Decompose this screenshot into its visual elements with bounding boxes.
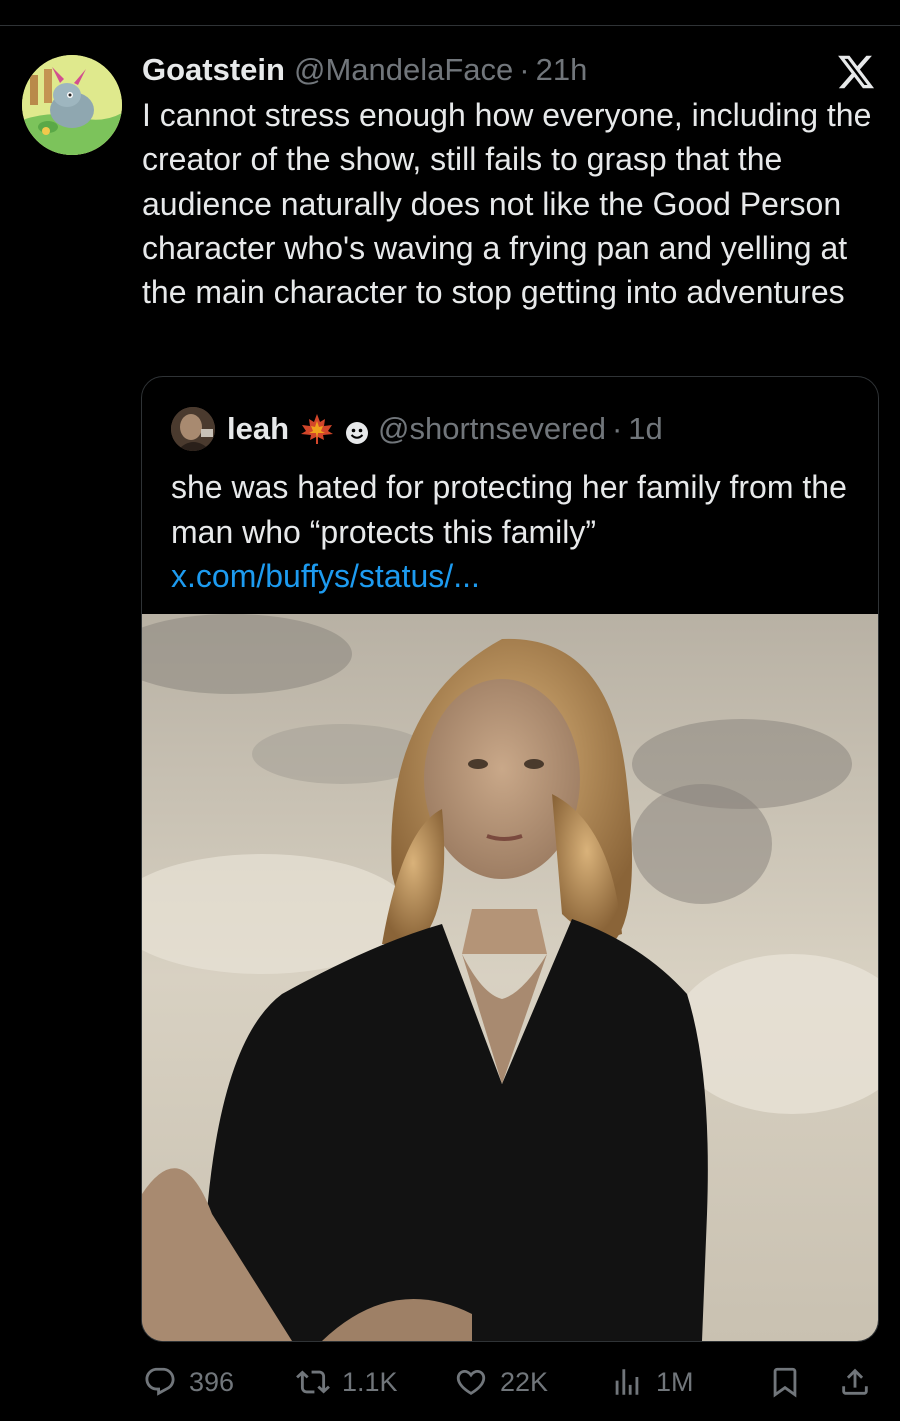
quoted-author-handle[interactable]: @shortnsevered (378, 411, 606, 447)
post-time[interactable]: 21h (536, 52, 588, 88)
reply-count: 396 (189, 1366, 235, 1397)
tweet-text: I cannot stress enough how everyone, inc… (142, 97, 872, 311)
reply-icon (145, 1367, 175, 1396)
x-logo-icon[interactable] (835, 52, 877, 92)
author-name[interactable]: Goatstein (142, 52, 285, 88)
quoted-tweet-header: leah @shortnsevered · 1d (171, 407, 663, 451)
heart-icon (456, 1369, 486, 1395)
like-button[interactable]: 22K (454, 1357, 548, 1407)
quoted-separator-dot: · (611, 411, 623, 446)
views-chart-icon (615, 1369, 639, 1395)
quoted-tweet-link[interactable]: x.com/buffys/status/... (171, 558, 480, 594)
author-avatar[interactable] (22, 55, 122, 155)
quoted-author-name[interactable]: leah (227, 411, 289, 447)
share-icon (842, 1368, 868, 1395)
quoted-tweet-card[interactable]: leah @shortnsevered · 1d she was hated f… (141, 376, 879, 1342)
top-divider (0, 25, 900, 26)
tweet-actions-bar: 396 1.1K 22K 1M (0, 1357, 900, 1407)
quoted-author-avatar[interactable] (171, 407, 215, 451)
repost-icon (296, 1370, 330, 1394)
quoted-tweet-photo[interactable] (142, 614, 878, 1341)
share-button[interactable] (838, 1357, 872, 1407)
goat-avatar-image (22, 55, 122, 155)
quoted-post-time[interactable]: 1d (628, 411, 662, 447)
quoted-text-body: she was hated for protecting her family … (171, 469, 847, 550)
quoted-tweet-text: she was hated for protecting her family … (171, 465, 861, 599)
views-count: 1M (656, 1366, 694, 1397)
repost-button[interactable]: 1.1K (296, 1357, 398, 1407)
reply-button[interactable]: 396 (143, 1357, 234, 1407)
like-count: 22K (500, 1366, 549, 1397)
tweet-header: Goatstein @MandelaFace · 21h (142, 50, 587, 90)
bookmark-button[interactable] (768, 1357, 802, 1407)
author-handle[interactable]: @MandelaFace (294, 52, 513, 88)
maple-leaf-icon (299, 413, 335, 445)
woman-portrait-image (142, 614, 878, 1341)
views-button[interactable]: 1M (610, 1357, 694, 1407)
separator-dot: · (519, 52, 530, 87)
repost-count: 1.1K (342, 1366, 398, 1397)
smiley-icon (345, 417, 369, 444)
bookmark-icon (773, 1367, 797, 1398)
